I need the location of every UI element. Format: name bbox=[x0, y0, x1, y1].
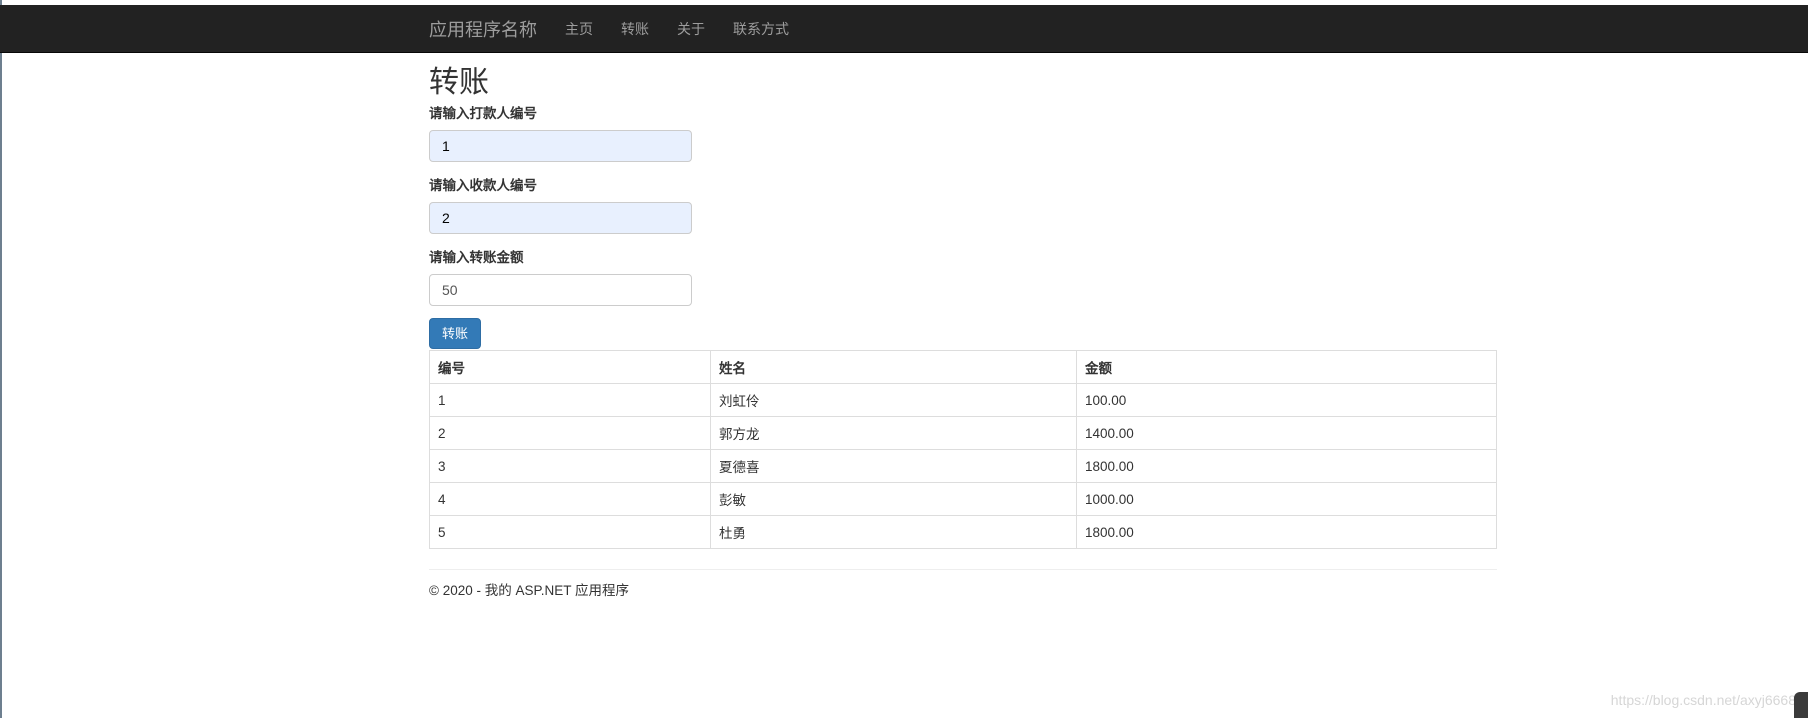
payee-id-input[interactable] bbox=[429, 202, 692, 234]
payee-label: 请输入收款人编号 bbox=[429, 178, 537, 193]
table-row: 1 刘虹伶 100.00 bbox=[429, 383, 1497, 417]
transfer-button[interactable]: 转账 bbox=[429, 318, 482, 349]
nav-link-contact[interactable]: 联系方式 bbox=[733, 19, 789, 39]
payer-label: 请输入打款人编号 bbox=[429, 106, 537, 121]
amount-form-group: 请输入转账金额 bbox=[429, 249, 1497, 306]
cell-amount: 1800.00 bbox=[1076, 515, 1497, 549]
cell-id: 1 bbox=[429, 383, 711, 417]
table-row: 5 杜勇 1800.00 bbox=[429, 515, 1497, 549]
header-name: 姓名 bbox=[710, 350, 1077, 384]
cell-name: 刘虹伶 bbox=[710, 383, 1077, 417]
browser-page: 应用程序名称 主页 转账 关于 联系方式 转账 请输入打款人编号 请输入收款人编… bbox=[0, 0, 1808, 718]
watermark-text: https://blog.csdn.net/axyj6668 bbox=[1610, 692, 1796, 708]
cell-name: 夏德喜 bbox=[710, 449, 1077, 483]
main-content: 转账 请输入打款人编号 请输入收款人编号 请输入转账金额 转账 编号 姓名 金额 bbox=[429, 53, 1497, 602]
amount-label: 请输入转账金额 bbox=[429, 250, 524, 265]
payer-form-group: 请输入打款人编号 bbox=[429, 105, 1497, 162]
header-id: 编号 bbox=[429, 350, 711, 384]
nav-link-about[interactable]: 关于 bbox=[677, 19, 705, 39]
cell-amount: 1400.00 bbox=[1076, 416, 1497, 450]
navbar-inner: 应用程序名称 主页 转账 关于 联系方式 bbox=[429, 5, 817, 53]
corner-widget bbox=[1794, 692, 1808, 718]
accounts-table: 编号 姓名 金额 1 刘虹伶 100.00 2 郭方龙 1400.00 3 夏德… bbox=[429, 350, 1497, 549]
table-row: 3 夏德喜 1800.00 bbox=[429, 449, 1497, 483]
page-title: 转账 bbox=[429, 66, 489, 99]
amount-input[interactable] bbox=[429, 274, 692, 306]
header-amount: 金额 bbox=[1076, 350, 1497, 384]
navbar-brand[interactable]: 应用程序名称 bbox=[429, 16, 537, 42]
table-row: 4 彭敏 1000.00 bbox=[429, 482, 1497, 516]
cell-name: 杜勇 bbox=[710, 515, 1077, 549]
cell-amount: 1000.00 bbox=[1076, 482, 1497, 516]
table-header-row: 编号 姓名 金额 bbox=[429, 350, 1497, 384]
table-row: 2 郭方龙 1400.00 bbox=[429, 416, 1497, 450]
cell-id: 3 bbox=[429, 449, 711, 483]
cell-id: 5 bbox=[429, 515, 711, 549]
footer-divider bbox=[429, 569, 1497, 570]
nav-link-transfer[interactable]: 转账 bbox=[621, 19, 649, 39]
top-navbar: 应用程序名称 主页 转账 关于 联系方式 bbox=[0, 5, 1808, 53]
cell-id: 4 bbox=[429, 482, 711, 516]
cell-amount: 100.00 bbox=[1076, 383, 1497, 417]
nav-link-home[interactable]: 主页 bbox=[565, 19, 593, 39]
cell-id: 2 bbox=[429, 416, 711, 450]
footer-copyright: © 2020 - 我的 ASP.NET 应用程序 bbox=[429, 583, 630, 598]
window-left-edge bbox=[0, 0, 2, 718]
cell-amount: 1800.00 bbox=[1076, 449, 1497, 483]
payer-id-input[interactable] bbox=[429, 130, 692, 162]
cell-name: 郭方龙 bbox=[710, 416, 1077, 450]
cell-name: 彭敏 bbox=[710, 482, 1077, 516]
payee-form-group: 请输入收款人编号 bbox=[429, 177, 1497, 234]
